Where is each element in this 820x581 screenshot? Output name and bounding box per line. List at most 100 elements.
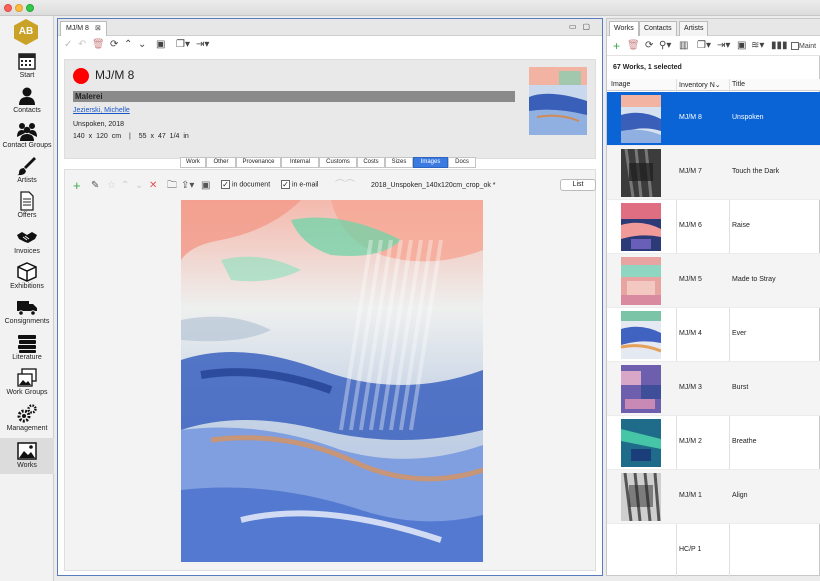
chevrons-icon[interactable]: ⌒⌒ [335,180,355,192]
handshake-icon [17,232,37,243]
star-icon[interactable]: ☆ [107,180,116,192]
artwork-image[interactable] [181,200,483,562]
copy-icon[interactable]: ❐▾ [176,39,190,51]
minimize-window-button[interactable] [15,4,23,12]
nav-item-work-groups[interactable]: Work Groups [0,368,54,402]
chevron-up-icon[interactable]: ⌃ [124,39,132,51]
document-icon [20,191,34,211]
layers-icon[interactable]: ≋▾ [751,40,764,52]
in-email-checkbox[interactable]: ✓ in e-mail [281,180,318,190]
row-thumbnail [621,419,661,467]
checkbox-box: ✓ [221,180,230,189]
list-toolbar: + 🗑 ⟳ ⚲▾ ▥ ❐▾ ⇥▾ ▣ ≋▾ ▮▮▮ Maint [607,36,820,56]
edit-pencil-icon[interactable]: ✎ [91,180,99,192]
nav-item-contacts[interactable]: Contacts [0,86,54,120]
nav-item-start[interactable]: Start [0,51,54,85]
table-row[interactable]: MJ/M 5 Made to Stray [607,254,820,308]
images-panel: + ✎ ☆ ⌃ ⌄ ✕ 🗀 ⇪▾ ▣ ✓ in document ✓ in e-ma… [64,169,596,571]
nav-label: Works [17,462,37,469]
subtab-images[interactable]: Images [413,157,448,168]
refresh-icon[interactable]: ⟳ [645,40,653,52]
move-down-icon[interactable]: ⌄ [135,180,143,192]
image-filename: 2018_Unspoken_140x120cm_crop_ok * [371,182,496,189]
tab-works[interactable]: Works [609,21,639,36]
subtab-docs[interactable]: Docs [448,157,476,168]
nav-item-invoices[interactable]: Invoices [0,227,54,261]
row-inventory: MJ/M 5 [679,276,702,283]
image-view-icon[interactable]: ▣ [737,40,746,52]
confirm-icon[interactable]: ✓ [64,39,72,51]
table-row[interactable]: MJ/M 6 Raise [607,200,820,254]
subtab-work[interactable]: Work [180,157,206,168]
row-inventory: MJ/M 4 [679,330,702,337]
copy-icon[interactable]: ❐▾ [697,40,711,52]
add-image-icon[interactable]: + [73,179,81,192]
nav-item-exhibitions[interactable]: Exhibitions [0,262,54,296]
columns-icon[interactable]: ▥ [679,40,688,52]
nav-item-management[interactable]: Management [0,404,54,438]
trash-icon[interactable]: 🗑 [92,39,105,51]
tab-artists[interactable]: Artists [679,21,709,36]
table-row[interactable]: MJ/M 4 Ever [607,308,820,362]
nav-item-consignments[interactable]: Consignments [0,297,54,331]
subtab-customs[interactable]: Customs [319,157,357,168]
nav-item-works[interactable]: Works [0,438,54,474]
image-view-icon[interactable]: ▣ [156,39,165,51]
refresh-icon[interactable]: ⟳ [110,39,118,51]
tab-contacts[interactable]: Contacts [639,21,677,36]
zoom-window-button[interactable] [26,4,34,12]
barcode-icon[interactable]: ▮▮▮ [771,40,788,52]
nav-item-offers[interactable]: Offers [0,191,54,225]
row-thumbnail [621,365,661,413]
nav-item-literature[interactable]: Literature [0,333,54,367]
folder-icon[interactable]: 🗀 [167,180,177,192]
row-inventory: HC/P 1 [679,546,702,553]
list-button[interactable]: List [560,179,596,191]
subtab-sizes[interactable]: Sizes [385,157,413,168]
cube-icon [17,262,37,282]
col-title[interactable]: Title [732,81,745,88]
trash-icon[interactable]: 🗑 [627,40,640,52]
artist-link[interactable]: Jezierski, Michelle [73,107,130,114]
document-tab[interactable]: MJ/M 8 ⊠ [60,21,107,36]
nav-item-contact-groups[interactable]: Contact Groups [0,121,54,155]
list-tabbar: Works Contacts Artists [607,19,820,36]
subtab-other[interactable]: Other [206,157,236,168]
delete-x-icon[interactable]: ✕ [149,180,157,192]
checkbox-box: ✓ [281,180,290,189]
table-row[interactable]: MJ/M 1 Align [607,470,820,524]
minimize-pane-icon[interactable]: ▭ [569,22,583,31]
subtab-internal[interactable]: Internal [281,157,319,168]
table-row[interactable]: MJ/M 2 Breathe [607,416,820,470]
nav-item-artists[interactable]: Artists [0,156,54,190]
record-toolbar: ✓ ↶ 🗑 ⟳ ⌃ ⌄ ▣ ❐▾ ⇥▾ [58,36,602,54]
add-icon[interactable]: + [613,40,620,52]
sidebar: AB Start Contacts Contact Groups Artists… [0,16,54,581]
maximize-pane-icon[interactable]: ▢ [582,22,596,31]
table-row[interactable]: MJ/M 3 Burst [607,362,820,416]
col-inventory[interactable]: Inventory N⌄ [679,81,721,89]
close-window-button[interactable] [4,4,12,12]
image-preview-icon[interactable]: ▣ [201,180,210,192]
chevron-down-icon[interactable]: ⌄ [138,39,146,51]
search-icon[interactable]: ⚲▾ [659,40,671,52]
table-row[interactable]: HC/P 1 [607,524,820,578]
undo-icon[interactable]: ↶ [78,39,86,51]
upload-icon[interactable]: ⇪▾ [181,180,194,192]
nav-label: Offers [17,212,37,219]
document-tabbar: MJ/M 8 ⊠ ▭▢ [58,19,602,36]
export-icon[interactable]: ⇥▾ [717,40,730,52]
export-icon[interactable]: ⇥▾ [196,39,209,51]
table-row[interactable]: MJ/M 7 Touch the Dark [607,146,820,200]
close-tab-icon[interactable]: ⊠ [95,25,101,32]
in-document-checkbox[interactable]: ✓ in document [221,180,270,190]
subtab-provenance[interactable]: Provenance [236,157,281,168]
maint-checkbox[interactable]: Maint [791,41,816,53]
row-title: Burst [732,384,749,391]
subtab-costs[interactable]: Costs [357,157,385,168]
row-title: Unspoken [732,114,764,121]
move-up-icon[interactable]: ⌃ [121,180,129,192]
maint-label: Maint [799,43,817,50]
table-row[interactable]: MJ/M 8 Unspoken [607,92,820,146]
col-image[interactable]: Image [611,81,630,88]
